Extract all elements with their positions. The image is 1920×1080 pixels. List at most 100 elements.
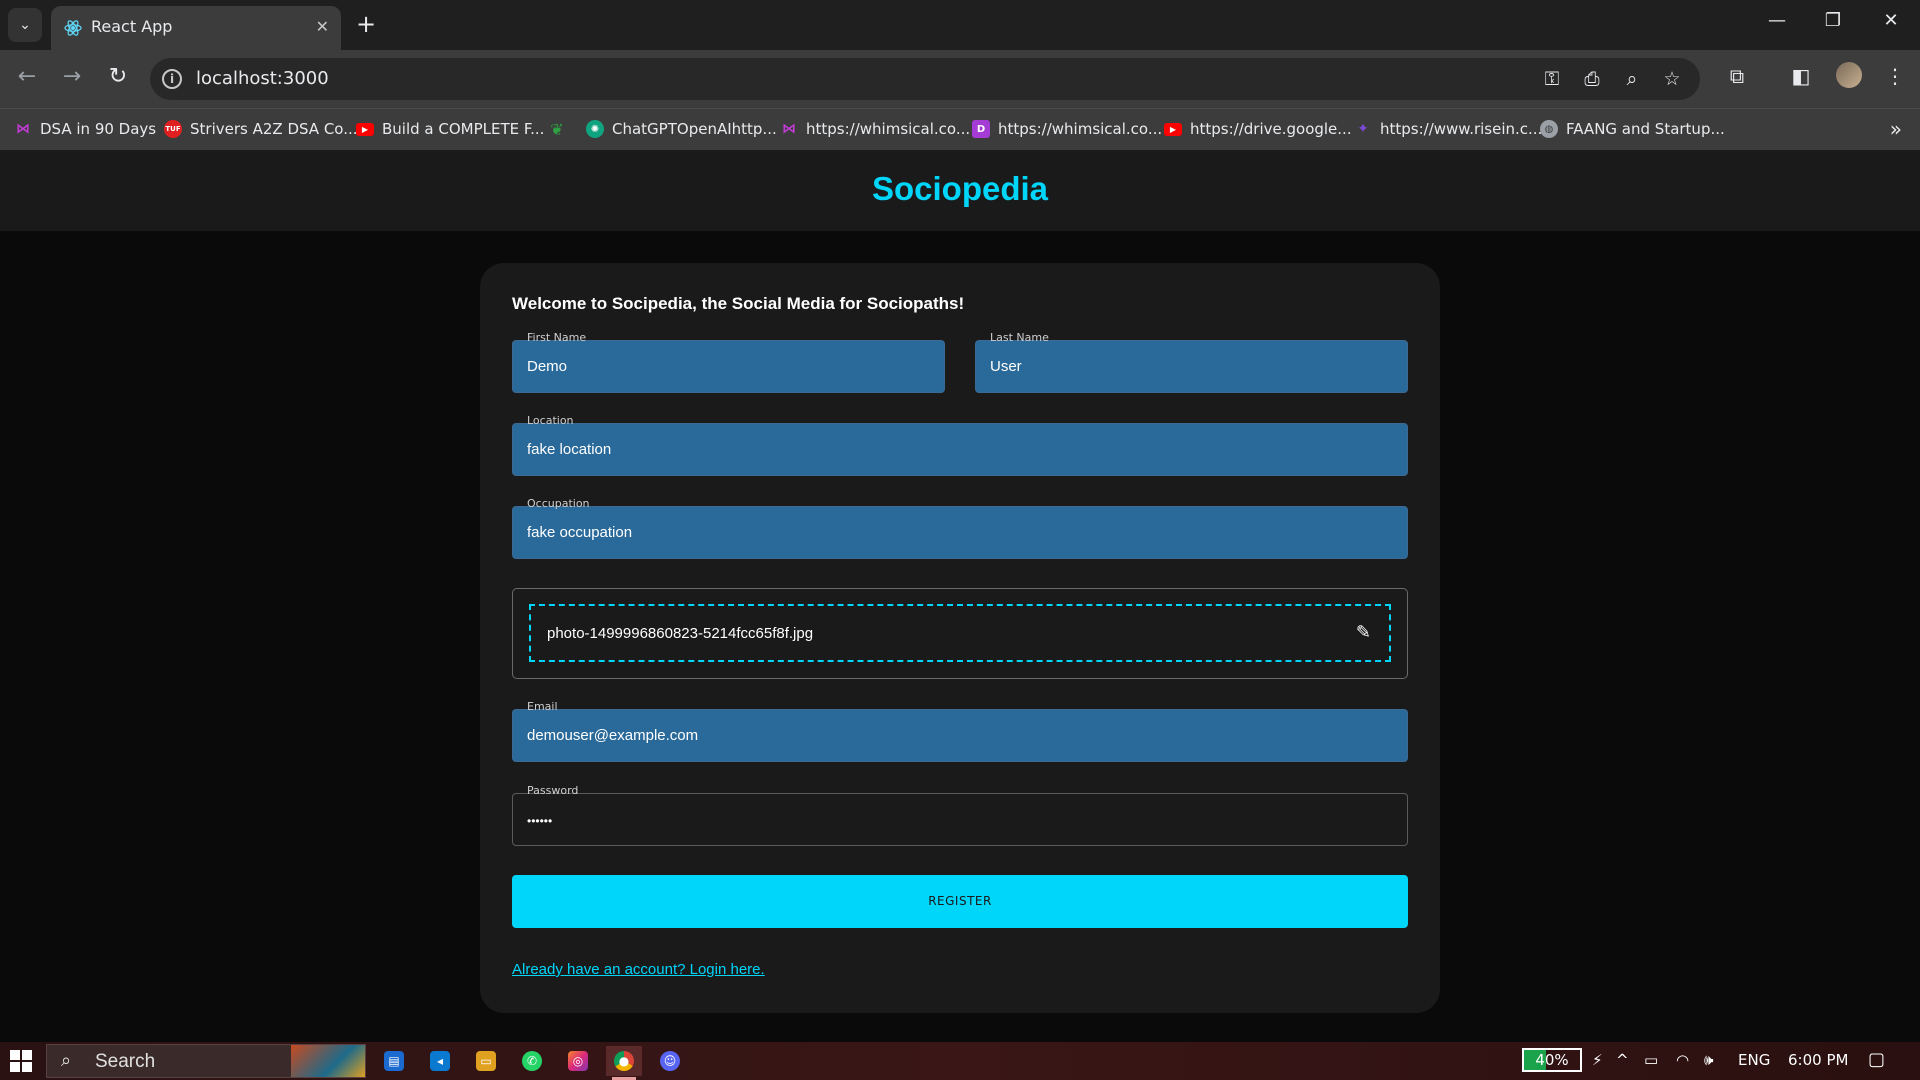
bookmark-star-icon[interactable]: ☆: [1658, 68, 1686, 90]
minimize-icon[interactable]: —: [1762, 10, 1792, 31]
wifi-icon[interactable]: ◠: [1676, 1051, 1689, 1069]
occupation-field[interactable]: Occupation fake occupation: [512, 498, 1408, 559]
location-field[interactable]: Location fake location: [512, 415, 1408, 476]
instagram-icon: ◎: [568, 1051, 588, 1071]
address-bar[interactable]: i localhost:3000 ⚿ ⎙ ⌕ ☆: [150, 58, 1700, 100]
forward-icon[interactable]: →: [57, 64, 87, 89]
extensions-icon[interactable]: ⧉: [1722, 64, 1752, 88]
first-name-label: First Name: [527, 331, 587, 344]
bookmark-item[interactable]: ⋈ https://whimsical.co...: [780, 118, 970, 140]
clock[interactable]: 6:00 PM: [1788, 1051, 1848, 1069]
register-card: Welcome to Socipedia, the Social Media f…: [480, 263, 1440, 1013]
battery-percent: 40%: [1535, 1051, 1569, 1069]
tab-strip: ⌄ React App ✕ + — ❐ ✕: [0, 0, 1920, 50]
last-name-field[interactable]: Last Name User: [975, 332, 1408, 393]
windows-taskbar: ⌕ Search ▤ ◂ ▭ ✆ ◎ ● ☺ 40% ⚡ ^ ▭ ◠ 🕪 ENG…: [0, 1042, 1920, 1080]
email-field[interactable]: Email demouser@example.com: [512, 701, 1408, 762]
window-close-icon[interactable]: ✕: [1876, 10, 1906, 31]
bookmark-item[interactable]: ❦: [548, 118, 566, 140]
taskbar-app-active[interactable]: ●: [606, 1046, 642, 1080]
chevron-up-icon[interactable]: ^: [1616, 1051, 1629, 1069]
last-name-label: Last Name: [990, 331, 1049, 344]
bookmark-item[interactable]: ▶ https://drive.google...: [1164, 118, 1352, 140]
tuf-icon: TUF: [164, 120, 182, 138]
globe-icon: ◍: [1540, 120, 1558, 138]
bookmark-label: Build a COMPLETE F...: [382, 120, 545, 138]
site-info-icon[interactable]: i: [162, 69, 182, 89]
language-indicator[interactable]: ENG: [1738, 1051, 1770, 1069]
login-link[interactable]: Already have an account? Login here.: [512, 961, 765, 978]
tab-title: React App: [91, 17, 173, 36]
new-tab-button[interactable]: +: [352, 10, 380, 38]
profile-avatar[interactable]: [1834, 62, 1864, 93]
react-icon: [64, 20, 82, 36]
side-panel-icon[interactable]: ◧: [1786, 64, 1816, 88]
occupation-value[interactable]: fake occupation: [527, 524, 632, 541]
bookmark-item[interactable]: ✺ ChatGPTOpenAIhttp...: [586, 118, 777, 140]
password-value[interactable]: ••••••: [527, 814, 552, 828]
search-icon: ⌕: [61, 1050, 72, 1071]
battery-indicator[interactable]: 40%: [1522, 1048, 1582, 1072]
last-name-value[interactable]: User: [990, 358, 1022, 375]
taskbar-app[interactable]: ▤: [376, 1046, 412, 1076]
back-icon[interactable]: ←: [12, 64, 42, 89]
edit-pencil-icon[interactable]: ✎: [1356, 622, 1371, 643]
zoom-icon[interactable]: ⌕: [1618, 68, 1646, 90]
file-explorer-icon: ▭: [476, 1051, 496, 1071]
tab-react-app[interactable]: React App ✕: [51, 6, 341, 50]
email-label: Email: [527, 700, 558, 713]
taskbar-app[interactable]: ☺: [652, 1046, 688, 1076]
key-icon[interactable]: ⚿: [1538, 68, 1566, 90]
url-text[interactable]: localhost:3000: [196, 68, 329, 89]
youtube-icon: ▶: [356, 122, 374, 136]
password-field[interactable]: Password ••••••: [512, 785, 1408, 846]
brand-logo[interactable]: Sociopedia: [0, 170, 1920, 208]
risein-icon: ✦: [1357, 121, 1369, 137]
chevron-double-right-icon[interactable]: »: [1890, 117, 1902, 141]
vscode-icon: ◂: [430, 1051, 450, 1071]
chatgpt-icon: ✺: [586, 120, 604, 138]
taskbar-search-text: Search: [95, 1051, 156, 1072]
whatsapp-icon: ✆: [522, 1051, 542, 1071]
picture-dropzone[interactable]: photo-1499996860823-5214fcc65f8f.jpg ✎: [529, 604, 1391, 662]
register-button[interactable]: REGISTER: [512, 875, 1408, 928]
widgets-icon: ▤: [384, 1051, 404, 1071]
bookmark-label: https://www.risein.c...: [1380, 120, 1543, 138]
bookmark-label: DSA in 90 Days: [40, 120, 157, 138]
picture-upload-box: photo-1499996860823-5214fcc65f8f.jpg ✎: [512, 588, 1408, 679]
email-value[interactable]: demouser@example.com: [527, 727, 698, 744]
taskbar-app[interactable]: ▭: [468, 1046, 504, 1076]
plug-icon[interactable]: ⚡: [1592, 1051, 1603, 1069]
reload-icon[interactable]: ↻: [103, 64, 133, 89]
volume-icon[interactable]: 🕪: [1704, 1051, 1713, 1069]
leaf-icon: ❦: [550, 119, 564, 139]
taskbar-app[interactable]: ◎: [560, 1046, 596, 1076]
bookmark-item[interactable]: TUF Strivers A2Z DSA Co...: [164, 118, 358, 140]
search-highlight-art: [291, 1045, 365, 1077]
restore-icon[interactable]: ❐: [1818, 10, 1848, 31]
taskbar-search[interactable]: ⌕ Search: [46, 1044, 366, 1078]
bookmark-item[interactable]: ▶ Build a COMPLETE F...: [356, 118, 544, 140]
password-label: Password: [527, 784, 579, 797]
install-app-icon[interactable]: ⎙: [1578, 68, 1606, 90]
menu-icon[interactable]: ⋮: [1880, 64, 1910, 88]
bookmark-item[interactable]: ⋈ DSA in 90 Days: [14, 118, 156, 140]
bookmarks-bar: ⋈ DSA in 90 Days TUF Strivers A2Z DSA Co…: [0, 108, 1920, 150]
taskbar-app[interactable]: ✆: [514, 1046, 550, 1076]
bookmark-item[interactable]: ◍ FAANG and Startup...: [1540, 118, 1725, 140]
notifications-icon[interactable]: ▢: [1868, 1049, 1885, 1070]
tab-search-button[interactable]: ⌄: [8, 8, 42, 42]
first-name-value[interactable]: Demo: [527, 358, 567, 375]
close-icon[interactable]: ✕: [316, 17, 329, 36]
app-navbar: Sociopedia: [0, 150, 1920, 231]
bookmark-item[interactable]: ✦ https://www.risein.c...: [1354, 118, 1542, 140]
picture-filename: photo-1499996860823-5214fcc65f8f.jpg: [547, 625, 814, 642]
location-label: Location: [527, 414, 574, 427]
location-value[interactable]: fake location: [527, 441, 611, 458]
taskbar-app[interactable]: ◂: [422, 1046, 458, 1076]
bookmark-label: ChatGPTOpenAIhttp...: [612, 120, 777, 138]
windows-start-icon[interactable]: [10, 1050, 32, 1072]
bookmark-item[interactable]: D https://whimsical.co...: [972, 118, 1162, 140]
first-name-field[interactable]: First Name Demo: [512, 332, 945, 393]
battery-icon[interactable]: ▭: [1644, 1051, 1658, 1069]
